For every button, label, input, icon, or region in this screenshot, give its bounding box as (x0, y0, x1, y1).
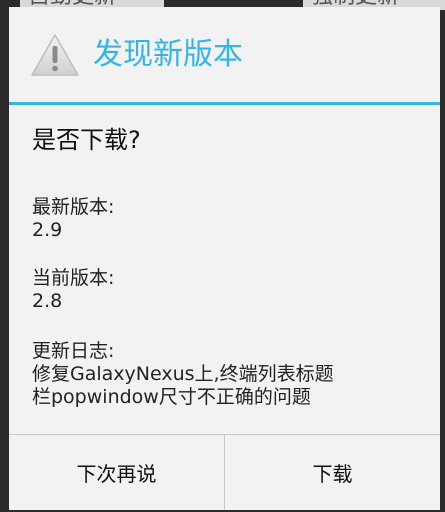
latest-version-value: 2.9 (32, 219, 63, 241)
update-log-section: 更新日志: 修复GalaxyNexus上,终端列表标题 栏popwindow尺寸… (32, 340, 334, 409)
download-button[interactable]: 下载 (225, 435, 440, 510)
download-question: 是否下载? (32, 126, 141, 154)
update-log-line-2: 栏popwindow尺寸不正确的问题 (32, 386, 311, 408)
update-dialog: 发现新版本 是否下载? 最新版本: 2.9 当前版本: 2.8 更新日志: 修复… (9, 7, 440, 510)
later-button[interactable]: 下次再说 (9, 435, 224, 510)
title-divider (9, 102, 440, 105)
latest-version-label: 最新版本: (32, 196, 115, 218)
latest-version-section: 最新版本: 2.9 (32, 196, 114, 242)
update-log-line-1: 修复GalaxyNexus上,终端列表标题 (32, 363, 334, 385)
warning-icon (31, 34, 79, 76)
current-version-label: 当前版本: (32, 267, 115, 289)
dialog-header: 发现新版本 (9, 7, 440, 103)
screen-backdrop: 自動更新 强制更新 发现新版本 是否下载? 最新版本: 2.9 (0, 0, 445, 512)
update-log-label: 更新日志: (32, 340, 115, 362)
current-version-section: 当前版本: 2.8 (32, 267, 114, 313)
dialog-button-bar: 下次再说 下载 (9, 434, 440, 510)
dialog-title: 发现新版本 (93, 37, 243, 72)
current-version-value: 2.8 (32, 290, 63, 312)
